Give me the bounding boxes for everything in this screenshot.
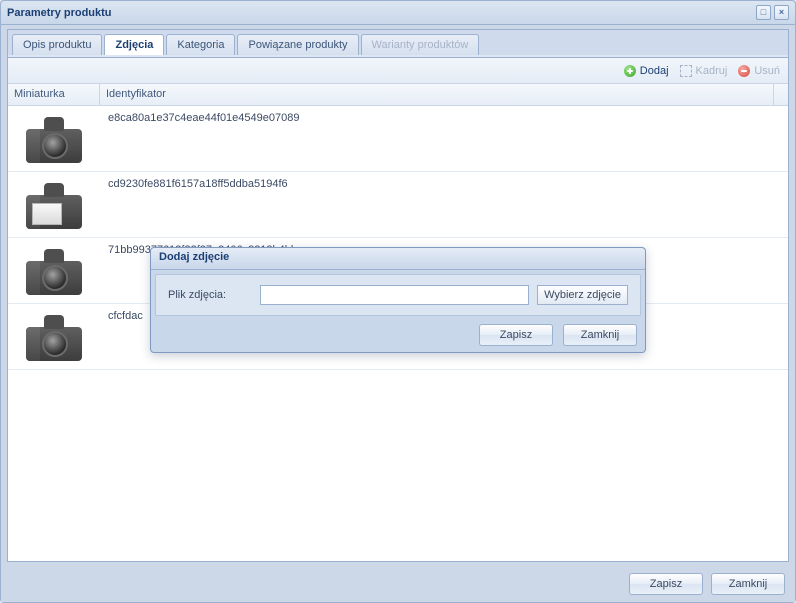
- column-thumb[interactable]: Miniaturka: [8, 84, 100, 105]
- crop-button: Kadruj: [679, 64, 728, 78]
- file-label: Plik zdjęcia:: [168, 289, 252, 301]
- identifier-cell: e8ca80a1e37c4eae44f01e4549e07089: [100, 106, 788, 171]
- dialog-title: Dodaj zdjęcie: [151, 248, 645, 270]
- window-title: Parametry produktu: [7, 7, 756, 19]
- column-gutter: [774, 84, 788, 105]
- crop-icon: [679, 64, 693, 78]
- close-button[interactable]: Zamknij: [711, 573, 785, 595]
- dialog-save-button[interactable]: Zapisz: [479, 324, 553, 346]
- grid-header: Miniaturka Identyfikator: [8, 84, 788, 106]
- window-footer: Zapisz Zamknij: [1, 566, 795, 602]
- add-icon: [623, 64, 637, 78]
- tab-opis[interactable]: Opis produktu: [12, 34, 102, 55]
- table-row[interactable]: cd9230fe881f6157a18ff5ddba5194f6: [8, 172, 788, 238]
- add-image-dialog: Dodaj zdjęcie Plik zdjęcia: Wybierz zdję…: [150, 247, 646, 353]
- table-row[interactable]: e8ca80a1e37c4eae44f01e4549e07089: [8, 106, 788, 172]
- save-button[interactable]: Zapisz: [629, 573, 703, 595]
- toolbar-delete-label: Usuń: [754, 65, 780, 77]
- close-icon[interactable]: ×: [774, 5, 789, 20]
- dialog-body: Plik zdjęcia: Wybierz zdjęcie: [155, 274, 641, 316]
- dialog-close-button[interactable]: Zamknij: [563, 324, 637, 346]
- tab-warianty: Warianty produktów: [361, 34, 480, 55]
- thumbnail-cell: [8, 304, 100, 369]
- window-titlebar: Parametry produktu □ ×: [1, 1, 795, 25]
- add-image-button[interactable]: Dodaj: [623, 64, 669, 78]
- identifier-cell: cd9230fe881f6157a18ff5ddba5194f6: [100, 172, 788, 237]
- toolbar-add-label: Dodaj: [640, 65, 669, 77]
- camera-icon: [22, 309, 86, 365]
- tab-powiazane[interactable]: Powiązane produkty: [237, 34, 358, 55]
- thumbnail-cell: [8, 106, 100, 171]
- product-parameters-window: Parametry produktu □ × Opis produktu Zdj…: [0, 0, 796, 603]
- thumbnail-cell: [8, 172, 100, 237]
- file-row: Plik zdjęcia: Wybierz zdjęcie: [168, 285, 628, 305]
- window-title-icons: □ ×: [756, 5, 789, 20]
- thumbnail-cell: [8, 238, 100, 303]
- file-path-input[interactable]: [260, 285, 529, 305]
- tab-zdjecia[interactable]: Zdjęcia: [104, 34, 164, 55]
- grid-toolbar: Dodaj Kadruj Usuń: [8, 58, 788, 84]
- delete-button: Usuń: [737, 64, 780, 78]
- camera-icon: [22, 111, 86, 167]
- tabs-bar: Opis produktu Zdjęcia Kategoria Powiązan…: [8, 30, 788, 55]
- camera-icon: [22, 177, 86, 233]
- maximize-icon[interactable]: □: [756, 5, 771, 20]
- column-ident[interactable]: Identyfikator: [100, 84, 774, 105]
- delete-icon: [737, 64, 751, 78]
- camera-icon: [22, 243, 86, 299]
- toolbar-crop-label: Kadruj: [696, 65, 728, 77]
- choose-file-button[interactable]: Wybierz zdjęcie: [537, 285, 628, 305]
- dialog-footer: Zapisz Zamknij: [151, 320, 645, 352]
- tab-kategoria[interactable]: Kategoria: [166, 34, 235, 55]
